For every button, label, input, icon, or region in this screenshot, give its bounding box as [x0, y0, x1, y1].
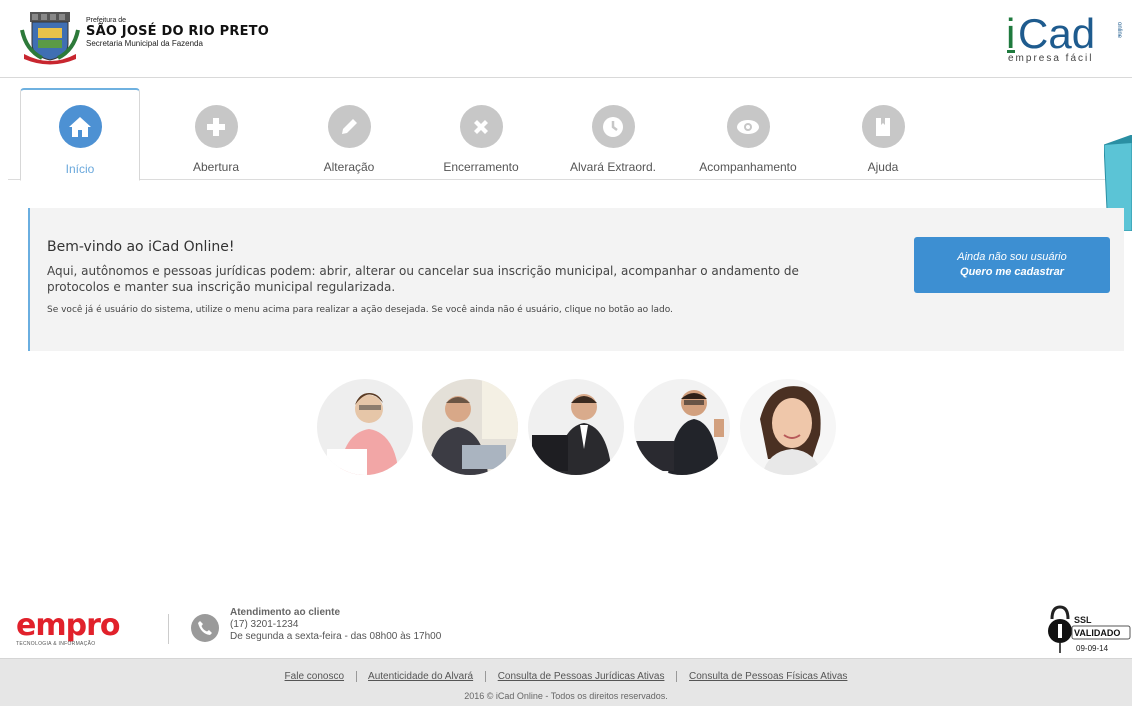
- icad-logo-online: online: [1116, 22, 1122, 39]
- footer-bar: Fale conosco Autenticidade do Alvará Con…: [0, 658, 1132, 706]
- tab-alvara-extraord[interactable]: Alvará Extraord.: [553, 88, 673, 180]
- ssl-label: SSL: [1074, 615, 1092, 625]
- link-autenticidade-alvara[interactable]: Autenticidade do Alvará: [368, 671, 473, 682]
- book-icon: [861, 105, 905, 148]
- prefeitura-label: Prefeitura de: [86, 17, 127, 24]
- tab-label: Abertura: [192, 160, 240, 174]
- contact-title: Atendimento ao cliente: [230, 607, 341, 618]
- tab-label: Início: [65, 162, 95, 176]
- plus-icon: [194, 105, 238, 148]
- tab-label: Ajuda: [867, 160, 899, 174]
- secretaria-name: Secretaria Municipal da Fazenda: [86, 39, 203, 48]
- icad-logo[interactable]: i Cad empresa fácil online: [1004, 8, 1124, 64]
- icad-logo-cad: Cad: [1018, 10, 1095, 57]
- home-icon: [58, 105, 102, 148]
- register-button-line1: Ainda não sou usuário: [957, 251, 1067, 263]
- close-icon: [459, 105, 503, 148]
- ssl-badge[interactable]: SSL VALIDADO 09-09-14: [1046, 605, 1132, 655]
- city-name: SÃO JOSÉ DO RIO PRETO: [86, 24, 269, 39]
- tab-abertura[interactable]: Abertura: [156, 88, 276, 180]
- people-photos: [317, 379, 837, 477]
- empro-logo-word: empro: [16, 608, 120, 643]
- clock-icon: [591, 105, 635, 148]
- empro-logo[interactable]: empro TECNOLOGIA & INFORMAÇÃO: [16, 608, 120, 648]
- register-button-line2: Quero me cadastrar: [960, 266, 1064, 278]
- person-photo-1: [317, 379, 413, 475]
- customer-service-info: Atendimento ao cliente (17) 3201-1234 De…: [230, 607, 441, 643]
- welcome-description: Aqui, autônomos e pessoas jurídicas pode…: [47, 264, 799, 294]
- person-photo-2: [422, 379, 518, 475]
- tab-label: Acompanhamento: [699, 160, 797, 174]
- link-consulta-pj[interactable]: Consulta de Pessoas Jurídicas Ativas: [498, 671, 665, 682]
- footer-links: Fale conosco Autenticidade do Alvará Con…: [0, 671, 1132, 682]
- tab-ajuda[interactable]: Ajuda: [823, 88, 943, 180]
- pencil-icon: [327, 105, 371, 148]
- main-menu-tabs: Início Abertura Alteração Encerramento A…: [8, 88, 1124, 181]
- divider: [168, 614, 169, 644]
- link-consulta-pf[interactable]: Consulta de Pessoas Físicas Ativas: [689, 671, 847, 682]
- tab-inicio[interactable]: Início: [20, 88, 140, 181]
- contact-phone: (17) 3201-1234: [230, 619, 299, 630]
- phone-icon: [191, 614, 219, 642]
- icad-logo-i: i: [1006, 10, 1015, 57]
- tab-label: Alteração: [323, 160, 375, 174]
- link-separator: [355, 671, 357, 682]
- person-photo-3: [528, 379, 624, 475]
- person-photo-5: [740, 379, 836, 475]
- welcome-note: Se você já é usuário do sistema, utilize…: [47, 305, 673, 315]
- tab-encerramento[interactable]: Encerramento: [421, 88, 541, 180]
- person-photo-4: [634, 379, 730, 475]
- link-separator: [676, 671, 678, 682]
- copyright: 2016 © iCad Online - Todos os direitos r…: [464, 691, 668, 701]
- header: Prefeitura de SÃO JOSÉ DO RIO PRETO Secr…: [0, 0, 1132, 78]
- prefeitura-name: Prefeitura de SÃO JOSÉ DO RIO PRETO Secr…: [86, 17, 269, 48]
- tab-acompanhamento[interactable]: Acompanhamento: [688, 88, 808, 180]
- welcome-panel: Bem-vindo ao iCad Online! Aqui, autônomo…: [28, 208, 1124, 351]
- register-button[interactable]: Ainda não sou usuário Quero me cadastrar: [914, 237, 1110, 293]
- icad-logo-sub: empresa fácil: [1008, 53, 1093, 64]
- welcome-title: Bem-vindo ao iCad Online!: [47, 239, 235, 255]
- tab-label: Alvará Extraord.: [569, 160, 657, 174]
- contact-hours: De segunda a sexta-feira - das 08h00 às …: [230, 631, 442, 642]
- ssl-date: 09-09-14: [1076, 644, 1109, 653]
- tab-alteracao[interactable]: Alteração: [289, 88, 409, 180]
- city-crest-logo: [20, 12, 80, 65]
- link-separator: [484, 671, 486, 682]
- link-fale-conosco[interactable]: Fale conosco: [285, 671, 344, 682]
- footer-info: empro TECNOLOGIA & INFORMAÇÃO Atendiment…: [0, 600, 1132, 656]
- eye-icon: [726, 105, 770, 148]
- tab-label: Encerramento: [443, 160, 519, 174]
- ssl-status: VALIDADO: [1074, 628, 1120, 638]
